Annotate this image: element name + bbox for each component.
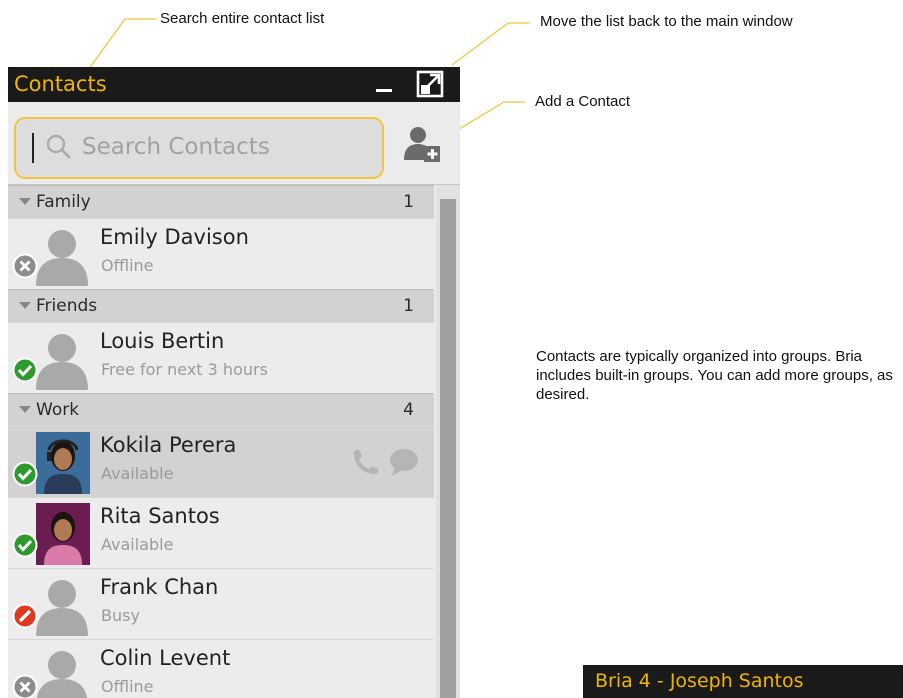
group-name: Work [36, 400, 80, 420]
group-name: Friends [36, 296, 98, 316]
phone-icon[interactable] [354, 449, 379, 474]
add-contact-icon[interactable] [402, 124, 442, 164]
add-contact-callout: Add a Contact [535, 93, 631, 110]
contact-status: Available [101, 464, 174, 483]
contacts-titlebar: Contacts [8, 67, 460, 102]
group-header-work[interactable]: Work 4 [8, 393, 434, 426]
contacts-panel: Contacts Family 1 Emily Davison Offline Frie… [8, 67, 460, 698]
offline-status-icon [12, 674, 38, 698]
contact-row[interactable]: Frank Chan Busy [8, 568, 434, 639]
search-callout: Search entire contact list [160, 10, 325, 27]
search-box[interactable] [14, 117, 384, 179]
contact-name: Rita Santos [100, 504, 220, 528]
expand-triangle-icon[interactable] [19, 302, 31, 309]
contact-status: Available [101, 535, 174, 554]
popout-callout: Move the list back to the main window [540, 13, 793, 30]
contact-status: Offline [101, 677, 154, 696]
expand-triangle-icon[interactable] [19, 198, 31, 205]
chat-icon[interactable] [390, 449, 418, 476]
popout-icon[interactable] [416, 70, 444, 98]
contact-name: Emily Davison [100, 225, 249, 249]
panel-title: Contacts [14, 72, 107, 96]
group-header-friends[interactable]: Friends 1 [8, 289, 434, 322]
available-status-icon [12, 357, 38, 383]
contact-list: Family 1 Emily Davison Offline Friends 1 Louis… [8, 185, 434, 698]
contact-row[interactable]: Kokila Perera Available [8, 426, 434, 497]
available-status-icon [12, 461, 38, 487]
busy-status-icon [12, 603, 38, 629]
contact-row[interactable]: Louis Bertin Free for next 3 hours [8, 322, 434, 393]
contact-status: Free for next 3 hours [101, 360, 268, 379]
contact-row[interactable]: Rita Santos Available [8, 497, 434, 568]
minimize-icon[interactable] [376, 89, 392, 92]
contact-row[interactable]: Emily Davison Offline [8, 218, 434, 289]
group-count: 4 [403, 400, 414, 420]
scrollbar[interactable] [436, 185, 460, 698]
contact-name: Frank Chan [100, 575, 219, 599]
search-icon [46, 134, 71, 159]
group-count: 1 [403, 192, 414, 212]
offline-status-icon [12, 253, 38, 279]
bria-window-titlebar: Bria 4 - Joseph Santos [583, 665, 903, 698]
contact-status: Busy [101, 606, 140, 625]
scrollbar-thumb[interactable] [440, 199, 456, 698]
available-status-icon [12, 532, 38, 558]
search-row [8, 102, 460, 185]
contact-row[interactable]: Colin Levent Offline [8, 639, 434, 698]
contact-name: Colin Levent [100, 646, 231, 670]
contact-actions [350, 447, 420, 477]
contact-name: Louis Bertin [100, 329, 225, 353]
contact-name: Kokila Perera [100, 433, 237, 457]
group-count: 1 [403, 296, 414, 316]
bria-window-title: Bria 4 - Joseph Santos [595, 670, 804, 692]
search-input[interactable] [82, 127, 362, 167]
group-name: Family [36, 192, 91, 212]
groups-callout: Contacts are typically organized into gr… [536, 348, 893, 403]
expand-triangle-icon[interactable] [19, 406, 31, 413]
text-caret [32, 133, 34, 163]
contact-status: Offline [101, 256, 154, 275]
group-header-family[interactable]: Family 1 [8, 185, 434, 218]
